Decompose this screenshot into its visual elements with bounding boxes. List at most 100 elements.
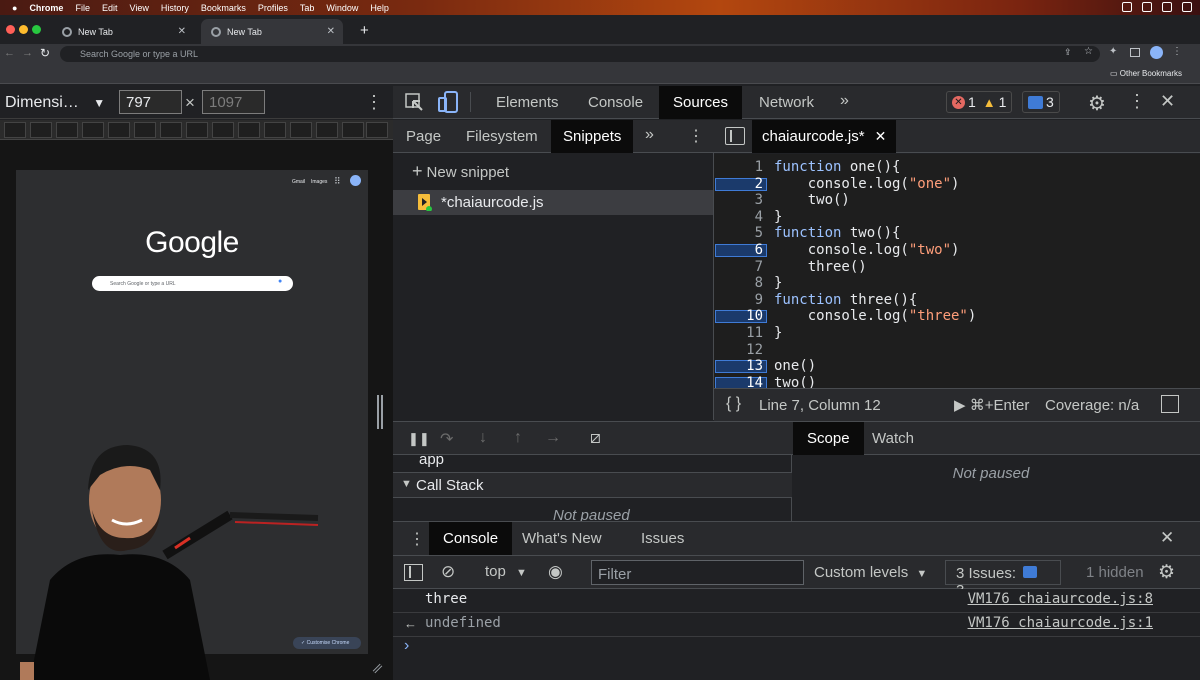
- tab-console[interactable]: Console: [574, 86, 657, 119]
- new-tab-button[interactable]: +: [360, 22, 369, 39]
- console-sidebar-icon[interactable]: [404, 564, 423, 581]
- line-number[interactable]: 10: [714, 308, 763, 324]
- screen-record-icon[interactable]: [1142, 2, 1152, 12]
- code-line[interactable]: }: [774, 275, 782, 291]
- drawer-menu-icon[interactable]: ⋮: [409, 529, 425, 549]
- code-line[interactable]: console.log("three"): [774, 308, 977, 324]
- code-line[interactable]: console.log("one"): [774, 176, 960, 192]
- code-line[interactable]: function two(){: [774, 225, 900, 241]
- drawer-tab-whats-new[interactable]: What's New: [508, 522, 616, 555]
- line-number[interactable]: 5: [714, 225, 763, 241]
- forward-icon[interactable]: →: [22, 47, 33, 59]
- menu-file[interactable]: File: [75, 3, 90, 13]
- tab-network[interactable]: Network: [745, 86, 828, 119]
- devtools-menu-icon[interactable]: ⋮: [1128, 91, 1146, 112]
- clear-console-icon[interactable]: ⊘: [441, 562, 455, 582]
- call-stack-header[interactable]: ▼ Call Stack: [393, 472, 792, 498]
- line-number[interactable]: 9: [714, 292, 763, 308]
- console-filter-input[interactable]: Filter: [591, 560, 804, 585]
- tab-snippets[interactable]: Snippets: [551, 120, 634, 153]
- step-into-icon[interactable]: ↓: [479, 429, 487, 447]
- menu-chrome[interactable]: Chrome: [29, 3, 63, 13]
- status-icon[interactable]: [1122, 2, 1132, 12]
- width-input[interactable]: 797: [119, 90, 182, 114]
- console-source-link[interactable]: VM176 chaiaurcode.js:1: [968, 615, 1153, 631]
- images-link[interactable]: Images: [311, 179, 327, 185]
- menu-profiles[interactable]: Profiles: [258, 3, 288, 13]
- more-navigator-icon[interactable]: »: [645, 126, 654, 144]
- editor-file-tab[interactable]: chaiaurcode.js* ✕: [752, 120, 897, 153]
- menu-edit[interactable]: Edit: [102, 3, 118, 13]
- step-over-icon[interactable]: ↷: [440, 429, 453, 449]
- messages-badge[interactable]: 3: [1022, 91, 1060, 113]
- height-input[interactable]: 1097: [202, 90, 265, 114]
- tab-filesystem[interactable]: Filesystem: [454, 120, 550, 153]
- line-number[interactable]: 11: [714, 325, 763, 341]
- line-number[interactable]: 8: [714, 275, 763, 291]
- tab-page[interactable]: Page: [394, 120, 453, 153]
- code-line[interactable]: }: [774, 325, 782, 341]
- line-number[interactable]: 6: [714, 242, 763, 258]
- inspect-element-icon[interactable]: [404, 92, 424, 112]
- other-bookmarks[interactable]: ▭ Other Bookmarks: [1110, 69, 1182, 78]
- google-search-box[interactable]: Search Google or type a URL: [92, 276, 293, 291]
- pause-icon[interactable]: ❚❚: [408, 431, 430, 447]
- scope-app-label[interactable]: app: [419, 451, 444, 468]
- device-toggle-icon[interactable]: [438, 91, 458, 113]
- media-query-ruler[interactable]: [0, 120, 393, 140]
- chrome-menu-icon[interactable]: ⋮: [1172, 46, 1182, 57]
- step-icon[interactable]: →: [545, 429, 561, 447]
- run-snippet-button[interactable]: ▶ ⌘+Enter: [954, 396, 1029, 414]
- resize-handle[interactable]: [377, 395, 383, 429]
- omnibox[interactable]: Search Google or type a URL: [60, 46, 1100, 62]
- share-icon[interactable]: ⇪: [1064, 47, 1072, 58]
- google-avatar[interactable]: [350, 175, 361, 186]
- code-line[interactable]: }: [774, 209, 782, 225]
- log-levels-dropdown[interactable]: Custom levels ▼: [814, 564, 927, 581]
- close-drawer-icon[interactable]: ✕: [1160, 528, 1174, 548]
- line-number[interactable]: 7: [714, 259, 763, 275]
- menu-view[interactable]: View: [129, 3, 148, 13]
- dimensions-dropdown[interactable]: Dimensi… ▼: [5, 94, 105, 112]
- gmail-link[interactable]: Gmail: [292, 179, 305, 185]
- step-out-icon[interactable]: ↑: [514, 429, 522, 447]
- close-window-button[interactable]: [6, 25, 15, 34]
- extensions-icon[interactable]: ✦: [1109, 46, 1117, 57]
- navigator-menu-icon[interactable]: ⋮: [688, 126, 704, 146]
- settings-gear-icon[interactable]: ⚙: [1088, 91, 1106, 116]
- menu-bookmarks[interactable]: Bookmarks: [201, 3, 246, 13]
- line-number[interactable]: 3: [714, 192, 763, 208]
- tab-sources[interactable]: Sources: [659, 86, 743, 119]
- new-snippet-button[interactable]: + New snippet: [412, 161, 509, 182]
- pretty-print-icon[interactable]: { }: [726, 395, 741, 413]
- menu-help[interactable]: Help: [370, 3, 389, 13]
- tab-scope[interactable]: Scope: [793, 422, 864, 455]
- line-number[interactable]: 13: [714, 358, 763, 374]
- wifi-icon[interactable]: [1162, 2, 1172, 12]
- device-more-icon[interactable]: ⋮: [365, 92, 383, 113]
- code-line[interactable]: function one(){: [774, 159, 900, 175]
- issues-counter[interactable]: 3 Issues: 3: [945, 560, 1061, 599]
- zoom-window-button[interactable]: [32, 25, 41, 34]
- drawer-tab-console[interactable]: Console: [429, 522, 513, 555]
- line-number[interactable]: 1: [714, 159, 763, 175]
- menu-tab[interactable]: Tab: [300, 3, 315, 13]
- line-number[interactable]: 4: [714, 209, 763, 225]
- code-line[interactable]: two(): [774, 192, 850, 208]
- eye-icon[interactable]: ◉: [548, 562, 563, 582]
- menu-history[interactable]: History: [161, 3, 189, 13]
- back-icon[interactable]: ←: [4, 47, 15, 59]
- line-number[interactable]: 2: [714, 176, 763, 192]
- side-panel-icon[interactable]: [1130, 48, 1140, 57]
- code-line[interactable]: one(): [774, 358, 816, 374]
- toggle-debugger-icon[interactable]: [1161, 395, 1179, 413]
- reload-icon[interactable]: ↻: [40, 46, 50, 60]
- error-warning-badge[interactable]: ✕ 1 ▲ 1: [946, 91, 1013, 113]
- bookmark-star-icon[interactable]: ☆: [1084, 46, 1093, 57]
- code-line[interactable]: console.log("two"): [774, 242, 960, 258]
- control-center-icon[interactable]: [1182, 2, 1192, 12]
- mic-icon[interactable]: ●: [278, 278, 282, 285]
- line-number[interactable]: 12: [714, 342, 763, 358]
- console-settings-icon[interactable]: ⚙: [1158, 561, 1175, 584]
- browser-tab-active[interactable]: New Tab ✕: [201, 19, 343, 44]
